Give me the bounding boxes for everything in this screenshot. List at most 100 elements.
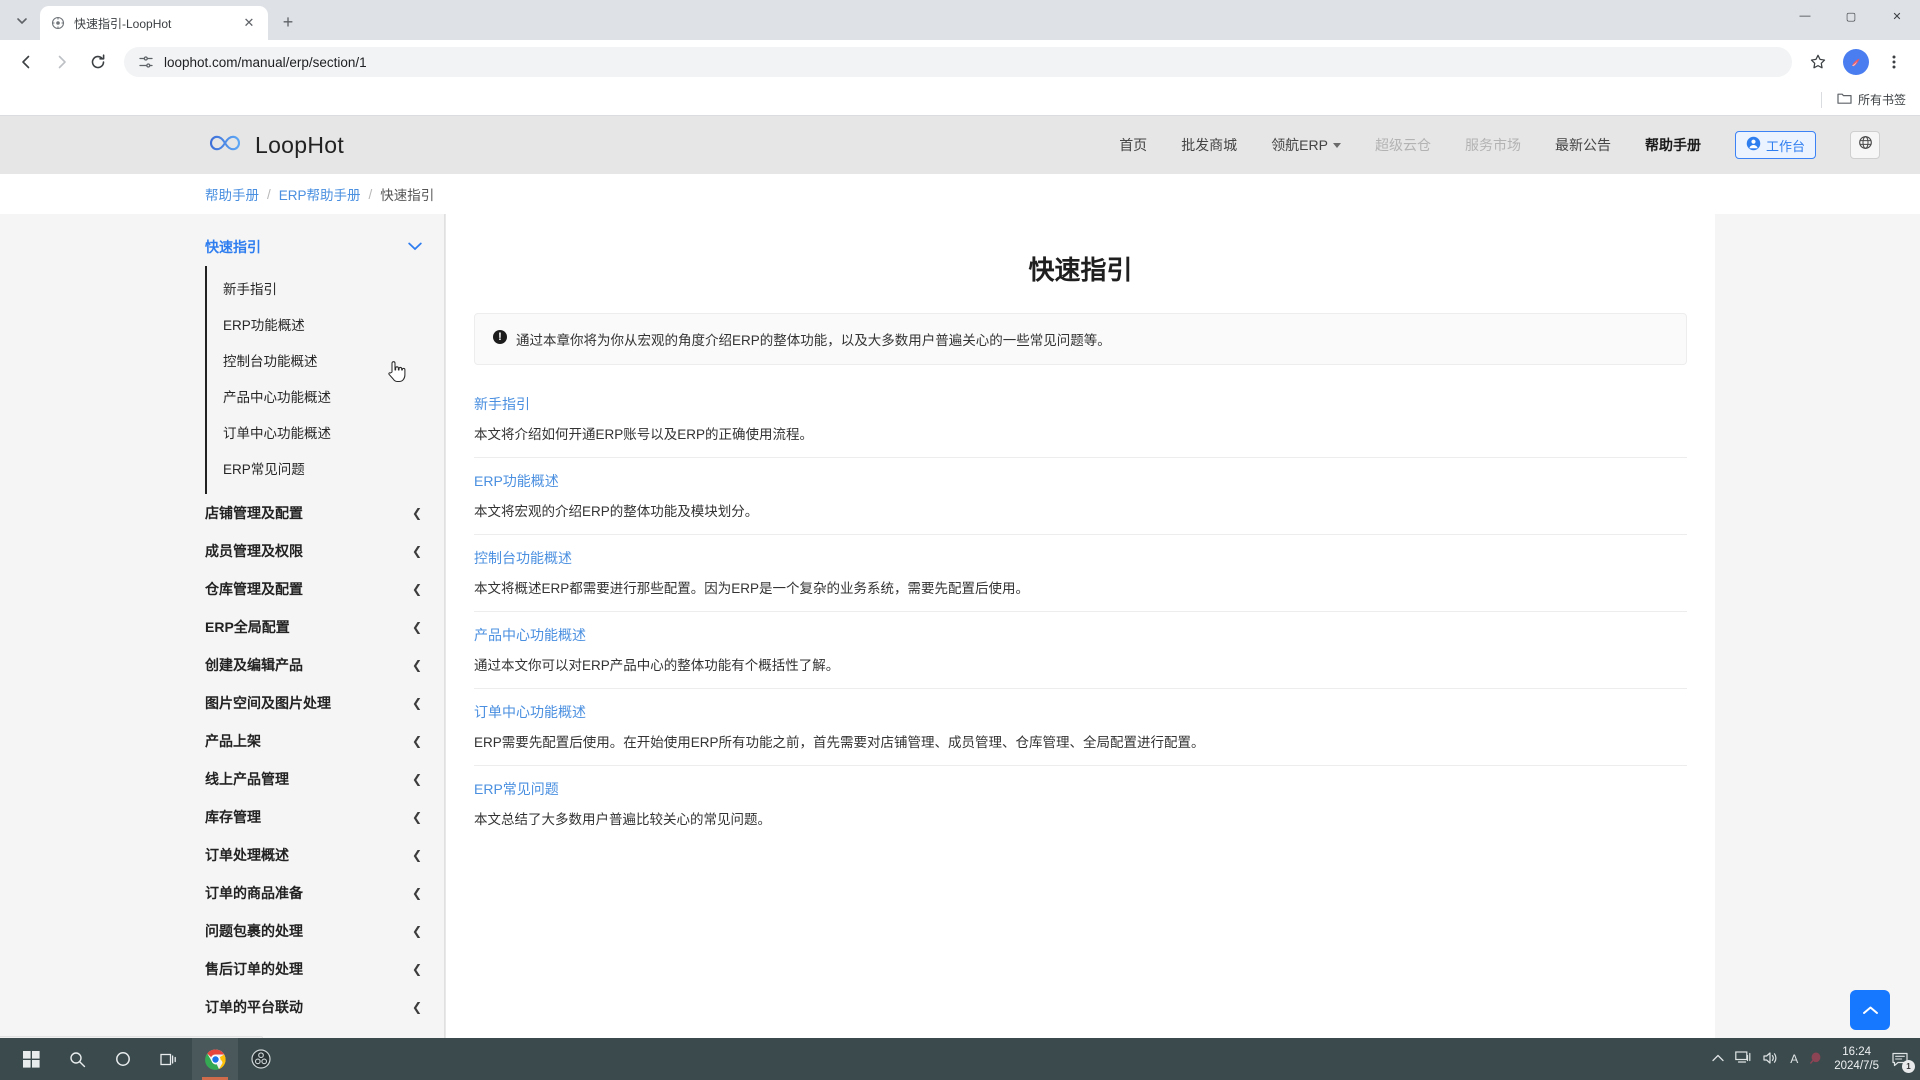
chevron-left-icon[interactable]: ❮ bbox=[412, 735, 422, 747]
sidebar-group-order-processing-overview[interactable]: 订单处理概述 ❮ bbox=[205, 836, 444, 874]
chevron-left-icon[interactable]: ❮ bbox=[412, 507, 422, 519]
sidebar-item-product-center-overview[interactable]: 产品中心功能概述 bbox=[207, 378, 444, 414]
chevron-left-icon[interactable]: ❮ bbox=[412, 583, 422, 595]
clock[interactable]: 16:24 2024/7/5 bbox=[1834, 1045, 1879, 1074]
close-icon[interactable]: ✕ bbox=[240, 14, 258, 32]
list-item: ERP功能概述 本文将宏观的介绍ERP的整体功能及模块划分。 bbox=[474, 458, 1687, 535]
nav-label: 最新公告 bbox=[1555, 135, 1611, 155]
article-link[interactable]: 产品中心功能概述 bbox=[474, 625, 1687, 645]
language-globe-button[interactable] bbox=[1850, 131, 1880, 159]
maximize-icon[interactable]: ▢ bbox=[1828, 0, 1874, 32]
tray-app-icon[interactable] bbox=[1809, 1051, 1823, 1068]
article-link[interactable]: 订单中心功能概述 bbox=[474, 702, 1687, 722]
chevron-left-icon[interactable]: ❮ bbox=[412, 621, 422, 633]
nav-item-home[interactable]: 首页 bbox=[1119, 135, 1147, 155]
browser-tab[interactable]: 快速指引-LoopHot ✕ bbox=[40, 6, 268, 40]
bookmark-star-icon[interactable] bbox=[1802, 46, 1834, 78]
sidebar-item-beginner-guide[interactable]: 新手指引 bbox=[207, 270, 444, 306]
tab-title: 快速指引-LoopHot bbox=[74, 15, 232, 32]
obs-icon[interactable] bbox=[238, 1038, 284, 1080]
nav-item-erp[interactable]: 领航ERP bbox=[1271, 135, 1341, 155]
sidebar-group-label: 仓库管理及配置 bbox=[205, 579, 303, 599]
breadcrumb-item-current: 快速指引 bbox=[380, 184, 434, 204]
window-controls: — ▢ ✕ bbox=[1782, 0, 1920, 40]
sidebar-group-problem-package-handling[interactable]: 问题包裹的处理 ❮ bbox=[205, 912, 444, 950]
start-windows-icon[interactable] bbox=[8, 1038, 54, 1080]
article-link[interactable]: 控制台功能概述 bbox=[474, 548, 1687, 568]
sidebar-group-after-sales-order-handling[interactable]: 售后订单的处理 ❮ bbox=[205, 950, 444, 988]
sidebar-group-label: 快速指引 bbox=[205, 237, 261, 257]
tray-expand-icon[interactable] bbox=[1712, 1052, 1724, 1066]
chrome-menu-icon[interactable] bbox=[1878, 46, 1910, 78]
sidebar-item-console-overview[interactable]: 控制台功能概述 bbox=[207, 342, 444, 378]
chevron-left-icon[interactable]: ❮ bbox=[412, 659, 422, 671]
sidebar-group-store-management[interactable]: 店铺管理及配置 ❮ bbox=[205, 494, 444, 532]
sidebar-group-online-product-management[interactable]: 线上产品管理 ❮ bbox=[205, 760, 444, 798]
chevron-left-icon[interactable]: ❮ bbox=[412, 1001, 422, 1013]
globe-icon bbox=[1858, 135, 1873, 155]
sidebar-group-create-edit-product[interactable]: 创建及编辑产品 ❮ bbox=[205, 646, 444, 684]
bookmarks-bar: 所有书签 bbox=[0, 84, 1920, 116]
network-icon[interactable] bbox=[1735, 1051, 1752, 1068]
search-icon[interactable] bbox=[54, 1038, 100, 1080]
infinity-logo-icon bbox=[205, 131, 245, 160]
sidebar-item-erp-faq[interactable]: ERP常见问题 bbox=[207, 450, 444, 486]
chrome-icon[interactable] bbox=[192, 1038, 238, 1080]
chevron-left-icon[interactable]: ❮ bbox=[412, 697, 422, 709]
sidebar-group-label: 订单的商品准备 bbox=[205, 883, 303, 903]
chevron-left-icon[interactable]: ❮ bbox=[412, 963, 422, 975]
sidebar-group-label: 订单处理概述 bbox=[205, 845, 289, 865]
nav-item-help-manual[interactable]: 帮助手册 bbox=[1645, 135, 1701, 155]
workbench-button[interactable]: 工作台 bbox=[1735, 131, 1816, 159]
nav-item-announcements[interactable]: 最新公告 bbox=[1555, 135, 1611, 155]
sidebar-group-member-management[interactable]: 成员管理及权限 ❮ bbox=[205, 532, 444, 570]
cortana-icon[interactable] bbox=[100, 1038, 146, 1080]
all-bookmarks-button[interactable]: 所有书签 bbox=[1837, 91, 1906, 108]
breadcrumb-item-1[interactable]: 帮助手册 bbox=[205, 184, 259, 204]
chevron-left-icon[interactable]: ❮ bbox=[412, 887, 422, 899]
tab-search-icon[interactable] bbox=[8, 7, 36, 35]
chevron-left-icon[interactable]: ❮ bbox=[412, 545, 422, 557]
site-settings-icon[interactable] bbox=[138, 54, 154, 70]
nav-label: 首页 bbox=[1119, 135, 1147, 155]
notification-center-icon[interactable]: 1 bbox=[1890, 1049, 1910, 1069]
chevron-left-icon[interactable]: ❮ bbox=[412, 925, 422, 937]
chevron-left-icon[interactable]: ❮ bbox=[412, 849, 422, 861]
profile-avatar[interactable] bbox=[1843, 49, 1869, 75]
sidebar-group-order-goods-preparation[interactable]: 订单的商品准备 ❮ bbox=[205, 874, 444, 912]
sidebar-group-quick-guide[interactable]: 快速指引 bbox=[205, 228, 444, 266]
chevron-left-icon[interactable]: ❮ bbox=[412, 773, 422, 785]
nav-item-wholesale[interactable]: 批发商城 bbox=[1181, 135, 1237, 155]
address-bar[interactable]: loophot.com/manual/erp/section/1 bbox=[124, 47, 1792, 77]
nav-label: 超级云仓 bbox=[1375, 135, 1431, 155]
back-icon[interactable] bbox=[10, 46, 42, 78]
breadcrumb-item-2[interactable]: ERP帮助手册 bbox=[279, 184, 361, 204]
system-tray: A 16:24 2024/7/5 1 bbox=[1712, 1045, 1920, 1074]
sidebar-group-erp-global-config[interactable]: ERP全局配置 ❮ bbox=[205, 608, 444, 646]
sidebar-group-order-platform-linkage[interactable]: 订单的平台联动 ❮ bbox=[205, 988, 444, 1026]
scroll-to-top-button[interactable] bbox=[1850, 990, 1890, 1030]
nav-item-cloud-warehouse[interactable]: 超级云仓 bbox=[1375, 135, 1431, 155]
chevron-left-icon[interactable]: ❮ bbox=[412, 811, 422, 823]
site-logo[interactable]: LoopHot bbox=[205, 131, 344, 160]
reload-icon[interactable] bbox=[82, 46, 114, 78]
window-close-icon[interactable]: ✕ bbox=[1874, 0, 1920, 32]
sidebar-group-warehouse-management[interactable]: 仓库管理及配置 ❮ bbox=[205, 570, 444, 608]
nav-item-service-market[interactable]: 服务市场 bbox=[1465, 135, 1521, 155]
volume-icon[interactable] bbox=[1763, 1051, 1779, 1068]
site-header: LoopHot 首页 批发商城 领航ERP 超级云仓 服务市场 bbox=[0, 116, 1920, 174]
minimize-icon[interactable]: — bbox=[1782, 0, 1828, 32]
article-link[interactable]: ERP功能概述 bbox=[474, 471, 1687, 491]
task-view-icon[interactable] bbox=[146, 1038, 192, 1080]
sidebar-group-inventory-management[interactable]: 库存管理 ❮ bbox=[205, 798, 444, 836]
language-indicator[interactable]: A bbox=[1790, 1052, 1798, 1066]
article-link[interactable]: 新手指引 bbox=[474, 394, 1687, 414]
sidebar-group-product-listing[interactable]: 产品上架 ❮ bbox=[205, 722, 444, 760]
sidebar-group-label: 线上产品管理 bbox=[205, 769, 289, 789]
article-link[interactable]: ERP常见问题 bbox=[474, 779, 1687, 799]
sidebar-group-image-space[interactable]: 图片空间及图片处理 ❮ bbox=[205, 684, 444, 722]
new-tab-button[interactable]: + bbox=[274, 8, 302, 36]
chevron-down-icon[interactable] bbox=[408, 241, 422, 253]
sidebar-item-erp-overview[interactable]: ERP功能概述 bbox=[207, 306, 444, 342]
sidebar-item-order-center-overview[interactable]: 订单中心功能概述 bbox=[207, 414, 444, 450]
